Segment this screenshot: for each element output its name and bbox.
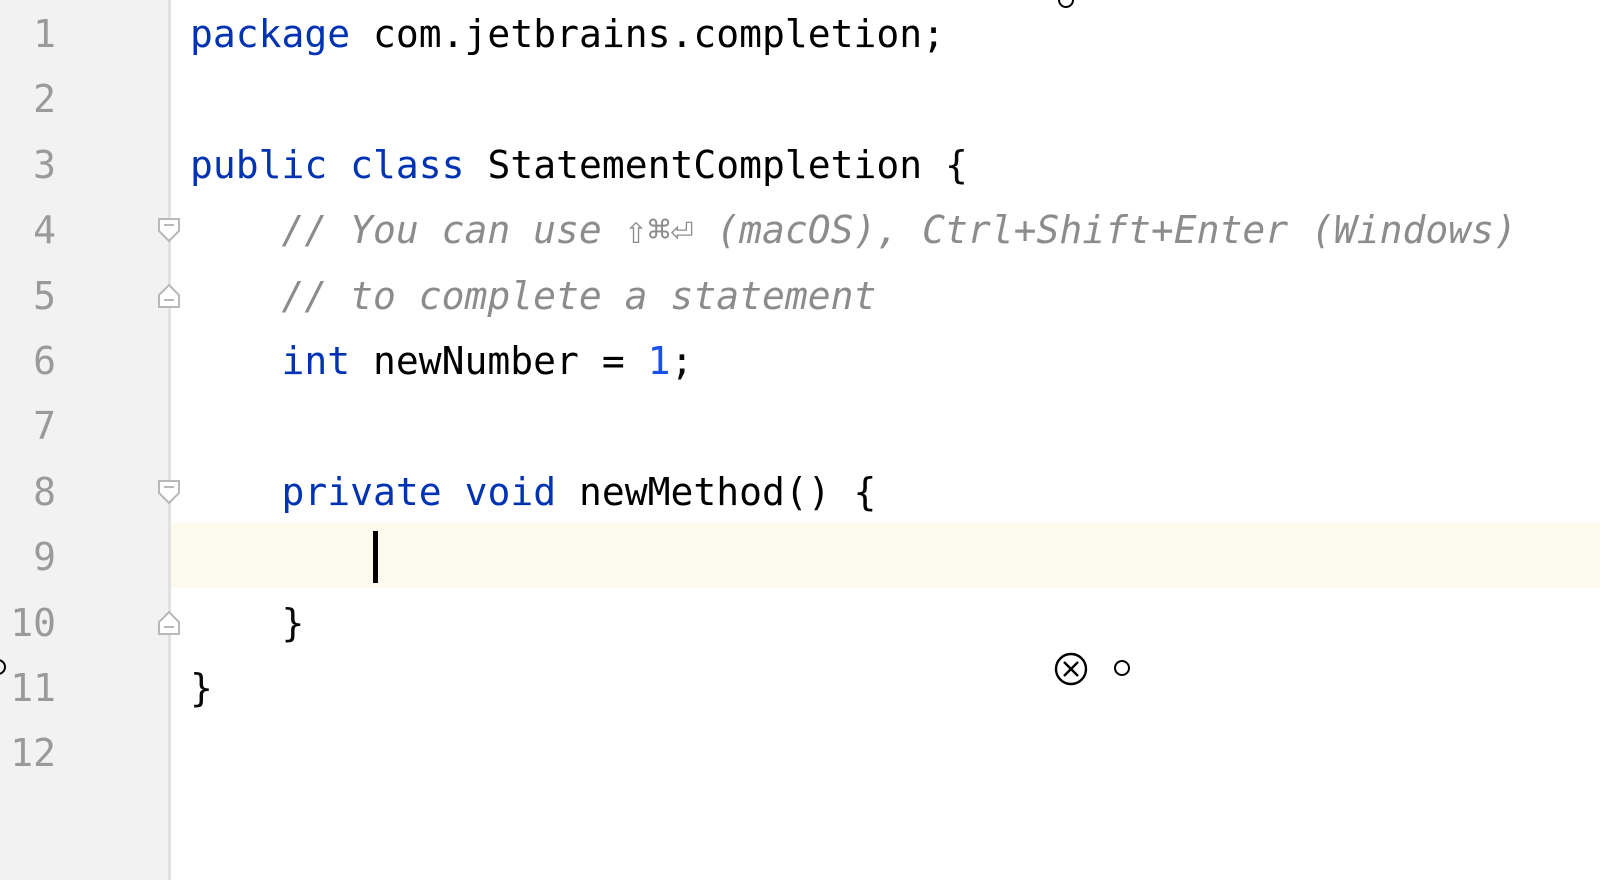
code-token: } <box>190 666 213 710</box>
gutter-row[interactable]: 1 <box>0 2 168 67</box>
code-line[interactable]: } <box>190 656 213 721</box>
line-number: 7 <box>33 404 56 449</box>
code-token: public <box>190 142 328 187</box>
code-line[interactable]: private void newMethod() { <box>190 460 877 525</box>
code-editor[interactable]: 1 2 3 4 5 6 7 8 9 10 11 12 package com.jetbrains.co… <box>0 0 1600 880</box>
line-number: 6 <box>33 339 56 383</box>
line-number: 8 <box>33 469 56 514</box>
gutter-row[interactable]: 12 <box>0 721 168 786</box>
code-token: 1 <box>647 339 671 383</box>
code-token: { <box>922 142 968 187</box>
gutter-row[interactable]: 8 <box>0 460 180 525</box>
line-number: 4 <box>33 208 56 253</box>
code-token: newMethod() { <box>556 469 877 514</box>
gutter-row[interactable]: 11 <box>0 656 168 721</box>
code-line[interactable]: // to complete a statement <box>190 264 877 329</box>
code-line[interactable]: int newNumber = 1; <box>190 329 694 394</box>
line-number: 12 <box>10 731 56 776</box>
code-token: int <box>281 339 351 383</box>
circle-dot-icon <box>1058 0 1074 8</box>
circle-dot-icon <box>0 659 6 675</box>
gutter-row[interactable]: 4 <box>0 198 180 263</box>
code-line[interactable]: } <box>190 591 305 656</box>
line-number: 10 <box>10 600 56 645</box>
gutter-row[interactable]: 6 <box>0 329 168 394</box>
line-number: 3 <box>33 142 56 187</box>
line-number: 5 <box>33 273 56 318</box>
code-token: class <box>350 142 465 187</box>
gutter-divider <box>168 0 171 880</box>
close-circle-icon <box>1054 652 1088 686</box>
line-number: 1 <box>33 12 56 56</box>
text-caret <box>373 531 378 583</box>
code-token: // You can use ⇧⌘⏎ (macOS), Ctrl+Shift+E… <box>281 208 1517 253</box>
gutter-row[interactable]: 5 <box>0 264 180 329</box>
current-line-highlight <box>0 523 1600 589</box>
gutter-row[interactable]: 7 <box>0 394 168 459</box>
line-number: 2 <box>33 77 56 122</box>
line-number: 9 <box>33 535 56 580</box>
gutter-row[interactable]: 9 <box>0 525 168 590</box>
circle-dot-icon <box>1114 660 1130 676</box>
line-number: 11 <box>10 666 56 710</box>
code-token: void <box>464 469 557 514</box>
fold-close-icon[interactable] <box>157 608 181 638</box>
code-token: ; <box>670 339 694 383</box>
gutter-row[interactable]: 10 <box>0 591 180 656</box>
code-token: // to complete a statement <box>281 273 877 318</box>
code-token: com.jetbrains.completion; <box>373 12 945 56</box>
code-token: StatementCompletion <box>487 142 923 187</box>
fold-open-icon[interactable] <box>157 215 181 245</box>
code-token: } <box>190 600 305 645</box>
code-token: private <box>281 469 442 514</box>
code-token: newNumber = <box>350 339 648 383</box>
gutter-row[interactable]: 2 <box>0 67 168 132</box>
code-line[interactable]: package com.jetbrains.completion; <box>190 2 945 67</box>
fold-close-icon[interactable] <box>157 281 181 311</box>
code-token: package <box>190 12 351 56</box>
code-line[interactable]: // You can use ⇧⌘⏎ (macOS), Ctrl+Shift+E… <box>190 198 1517 263</box>
gutter-row[interactable]: 3 <box>0 133 168 198</box>
code-line[interactable]: public class StatementCompletion { <box>190 133 968 198</box>
fold-open-icon[interactable] <box>157 477 181 507</box>
